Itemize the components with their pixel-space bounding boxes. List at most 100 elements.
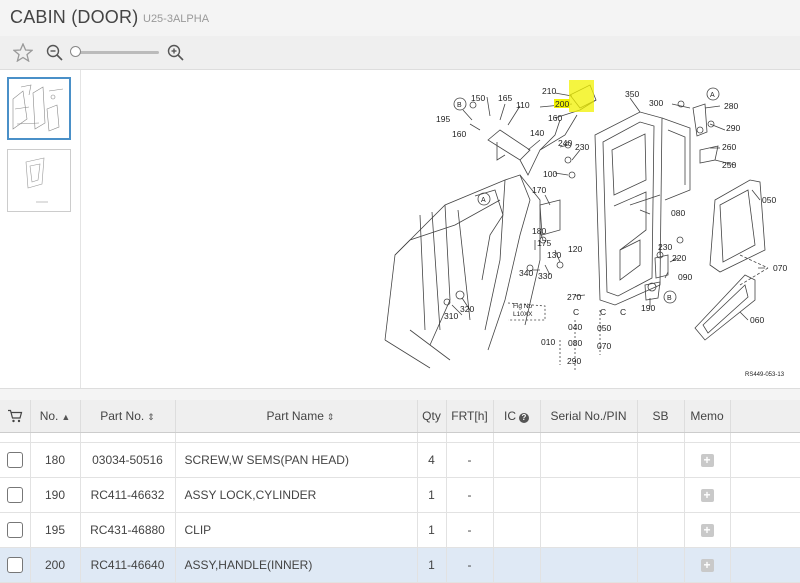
- svg-text:080: 080: [671, 208, 685, 218]
- row-checkbox[interactable]: [6, 452, 23, 468]
- svg-text:250: 250: [722, 160, 736, 170]
- zoom-in-icon[interactable]: [167, 44, 185, 62]
- svg-text:070: 070: [597, 341, 611, 351]
- row-part-name: ASSY LOCK,CYLINDER: [175, 477, 418, 513]
- thumbnail-cabin-door[interactable]: [7, 77, 71, 140]
- svg-text:140: 140: [530, 128, 544, 138]
- table-row[interactable]: 180 03034-50516 SCREW,W SEMS(PAN HEAD) 4…: [0, 442, 800, 478]
- svg-text:060: 060: [750, 315, 764, 325]
- row-part-no: 03034-50516: [80, 442, 176, 478]
- svg-text:200: 200: [555, 99, 569, 109]
- svg-text:010: 010: [541, 337, 555, 347]
- svg-text:195: 195: [436, 114, 450, 124]
- row-serial: [540, 547, 638, 583]
- part-name-column-header[interactable]: Part Name ⇕: [175, 400, 418, 433]
- svg-text:100: 100: [543, 169, 557, 179]
- svg-text:210: 210: [542, 86, 556, 96]
- svg-text:310: 310: [444, 311, 458, 321]
- svg-text:350: 350: [625, 89, 639, 99]
- zoom-out-icon[interactable]: [46, 44, 64, 62]
- svg-text:190: 190: [641, 303, 655, 313]
- zoom-slider-handle[interactable]: [70, 46, 81, 57]
- table-header: No. ▲ Part No. ⇕ Part Name ⇕ Qty FRT[h] IC?…: [0, 400, 800, 433]
- row-sb: [637, 512, 685, 548]
- row-qty: 1: [417, 512, 447, 548]
- svg-text:Fig No: Fig No: [513, 303, 533, 310]
- row-no: 180: [30, 442, 81, 478]
- zoom-slider-track[interactable]: [77, 51, 159, 54]
- parts-table: No. ▲ Part No. ⇕ Part Name ⇕ Qty FRT[h] IC?…: [0, 400, 800, 583]
- svg-text:120: 120: [568, 244, 582, 254]
- thumbnail-diagram-icon: [12, 84, 64, 132]
- row-serial: [540, 512, 638, 548]
- svg-text:L10XX: L10XX: [513, 311, 533, 318]
- thumbnail-page-2[interactable]: [7, 149, 71, 212]
- svg-text:C: C: [620, 307, 626, 317]
- row-no: 200: [30, 547, 81, 583]
- row-ic: [493, 477, 541, 513]
- row-ic: [493, 442, 541, 478]
- row-part-name: CLIP: [175, 512, 418, 548]
- row-qty: 1: [417, 477, 447, 513]
- part-no-column-header[interactable]: Part No. ⇕: [80, 400, 176, 433]
- parts-diagram[interactable]: 210 200 350 300 280 290 260 250 150 165 …: [81, 70, 800, 388]
- svg-text:230: 230: [658, 242, 672, 252]
- row-frt: -: [446, 477, 494, 513]
- svg-text:C: C: [573, 307, 579, 317]
- row-frt: -: [446, 547, 494, 583]
- svg-text:080: 080: [568, 338, 582, 348]
- sb-column-header: SB: [637, 400, 685, 433]
- blank-column-header: [730, 400, 800, 433]
- svg-text:330: 330: [538, 271, 552, 281]
- sort-asc-icon: ▲: [61, 412, 71, 422]
- cart-icon: [7, 410, 23, 423]
- svg-text:175: 175: [537, 238, 551, 248]
- svg-text:290: 290: [726, 123, 740, 133]
- row-checkbox[interactable]: [6, 522, 23, 538]
- row-sb: [637, 547, 685, 583]
- row-ic: [493, 512, 541, 548]
- row-part-no: RC431-46880: [80, 512, 176, 548]
- star-icon[interactable]: [13, 43, 33, 62]
- svg-text:220: 220: [672, 253, 686, 263]
- row-sb: [637, 442, 685, 478]
- model-subtitle: U25-3ALPHA: [143, 13, 210, 25]
- svg-text:240: 240: [558, 138, 572, 148]
- svg-text:B: B: [667, 295, 672, 302]
- sort-icon: ⇕: [147, 412, 155, 422]
- row-serial: [540, 442, 638, 478]
- table-row[interactable]: 190 RC411-46632 ASSY LOCK,CYLINDER 1 - +: [0, 477, 800, 513]
- memo-column-header: Memo: [684, 400, 731, 433]
- svg-text:050: 050: [597, 323, 611, 333]
- table-row-partial: [0, 432, 800, 443]
- svg-text:050: 050: [762, 195, 776, 205]
- table-row[interactable]: 195 RC431-46880 CLIP 1 - +: [0, 512, 800, 548]
- row-checkbox[interactable]: [6, 487, 23, 503]
- row-frt: -: [446, 442, 494, 478]
- memo-add-icon[interactable]: +: [700, 524, 714, 537]
- no-column-header[interactable]: No. ▲: [30, 400, 81, 433]
- row-qty: 1: [417, 547, 447, 583]
- svg-text:B: B: [457, 102, 462, 109]
- row-checkbox[interactable]: [6, 557, 23, 573]
- page-title: CABIN (DOOR): [10, 7, 139, 27]
- memo-add-icon[interactable]: +: [700, 454, 714, 467]
- svg-text:170: 170: [532, 185, 546, 195]
- svg-text:230: 230: [575, 142, 589, 152]
- svg-text:165: 165: [498, 93, 512, 103]
- svg-text:260: 260: [722, 142, 736, 152]
- svg-text:130: 130: [547, 250, 561, 260]
- frt-column-header: FRT[h]: [446, 400, 494, 433]
- row-part-no: RC411-46640: [80, 547, 176, 583]
- memo-add-icon[interactable]: +: [700, 489, 714, 502]
- row-part-name: ASSY,HANDLE(INNER): [175, 547, 418, 583]
- svg-text:340: 340: [519, 268, 533, 278]
- svg-text:300: 300: [649, 98, 663, 108]
- table-row-selected[interactable]: 200 RC411-46640 ASSY,HANDLE(INNER) 1 - +: [0, 547, 800, 583]
- row-frt: -: [446, 512, 494, 548]
- svg-text:270: 270: [567, 292, 581, 302]
- svg-text:090: 090: [678, 272, 692, 282]
- help-icon[interactable]: ?: [519, 413, 529, 423]
- ic-column-header: IC?: [493, 400, 541, 433]
- memo-add-icon[interactable]: +: [700, 559, 714, 572]
